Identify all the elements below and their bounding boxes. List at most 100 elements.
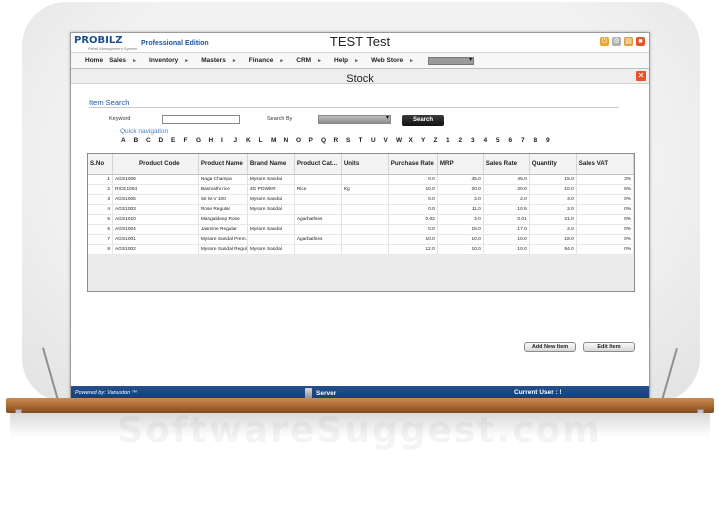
table-row[interactable]: 4 AGS1003 Rose Regular Mysore Sandal 0.0 11.0…	[88, 204, 634, 215]
quick-nav-letter[interactable]: J	[234, 137, 247, 144]
column-header[interactable]: Product Name	[198, 154, 248, 175]
quick-nav-letter[interactable]: E	[171, 137, 184, 144]
table-row[interactable]: 2 RICE1004 Basmathi rice 3G POWER Rice Kg 10.0…	[88, 184, 634, 195]
table-cell: 10.0	[437, 234, 484, 245]
quick-nav-letter[interactable]: Y	[421, 137, 434, 144]
menu-help[interactable]: Help	[334, 57, 348, 64]
quick-nav-letter[interactable]: C	[146, 137, 159, 144]
table-row[interactable]: 7 AGS1001 Mysore Sandal Prem... Agarbathies…	[88, 234, 634, 245]
menu-dropdown[interactable]	[428, 56, 475, 65]
table-row[interactable]: 5 AGS1010 Mangaldeep Rose Agarbathies 0.02 3.…	[88, 214, 634, 225]
menu-arrow-icon: ►	[132, 57, 138, 64]
table-cell	[341, 244, 389, 255]
quick-nav-letter[interactable]: V	[384, 137, 397, 144]
table-cell: 12.0	[388, 244, 438, 255]
menu-finance[interactable]: Finance	[249, 57, 274, 64]
table-cell	[294, 224, 342, 235]
quick-nav-letter[interactable]: X	[409, 137, 422, 144]
table-row[interactable]: 1 AGS1006 Naga Champa Mysore Sandal 0.0 45.0 4…	[88, 174, 634, 185]
table-cell: 3	[88, 194, 114, 205]
quick-nav-letter[interactable]: T	[359, 137, 372, 144]
table-cell: 94.0	[529, 244, 577, 255]
quick-nav-letter[interactable]: O	[296, 137, 309, 144]
quick-nav-digit[interactable]: 1	[446, 137, 459, 144]
quick-nav-letter[interactable]: I	[221, 137, 234, 144]
column-header[interactable]: S.No	[88, 154, 114, 175]
column-header[interactable]: Quantity	[529, 154, 577, 175]
stock-header: Stock ✕	[71, 69, 649, 85]
menu-arrow-icon: ►	[317, 57, 323, 64]
column-header[interactable]: MRP	[437, 154, 484, 175]
quick-nav-letter[interactable]: U	[371, 137, 384, 144]
column-header[interactable]: Brand Name	[247, 154, 295, 175]
quick-nav-letter[interactable]: A	[121, 137, 134, 144]
menu-sales[interactable]: Sales	[109, 57, 126, 64]
table-cell: Mangaldeep Rose	[198, 214, 248, 225]
quick-nav-digit[interactable]: 5	[496, 137, 509, 144]
column-header[interactable]: Sales VAT	[576, 154, 634, 175]
quick-nav-letter[interactable]: N	[284, 137, 297, 144]
table-cell: 45.0	[483, 174, 530, 185]
quick-nav-digit[interactable]: 4	[484, 137, 497, 144]
powered-by-label: Powered by: Vanuston ™	[75, 390, 138, 396]
quick-nav-letter[interactable]: F	[184, 137, 197, 144]
table-row[interactable]: 6 AGS1004 Jasmine Regular Mysore Sandal 0.0 1…	[88, 224, 634, 235]
quick-nav-digit[interactable]: 7	[521, 137, 534, 144]
table-cell: 0%	[576, 214, 634, 225]
quick-nav-digit[interactable]: 3	[471, 137, 484, 144]
column-header[interactable]: Purchase Rate	[388, 154, 438, 175]
quick-navigation-bar: A B C D E F G H I J K L M N O P Q R S T …	[121, 137, 559, 144]
menu-home[interactable]: Home	[85, 57, 103, 64]
table-cell	[294, 204, 342, 215]
table-row[interactable]: 3 AGS1005 Sir M.V 100 Mysore Sandal 0.0 3.0 2.…	[88, 194, 634, 205]
table-cell: 0%	[576, 234, 634, 245]
table-cell: 0.0	[388, 224, 438, 235]
quick-nav-letter[interactable]: G	[196, 137, 209, 144]
table-cell	[294, 244, 342, 255]
table-cell: 6	[88, 224, 114, 235]
menu-arrow-icon: ►	[409, 57, 415, 64]
edit-item-button[interactable]: Edit Item	[583, 342, 635, 352]
column-header[interactable]: Units	[341, 154, 389, 175]
column-header[interactable]: Product Code	[112, 154, 199, 175]
table-cell: 0.0	[388, 204, 438, 215]
quick-nav-letter[interactable]: R	[334, 137, 347, 144]
folder-icon[interactable]: ▤	[624, 37, 633, 46]
power-icon[interactable]: ⏻	[600, 37, 609, 46]
table-cell: 2.0	[529, 224, 577, 235]
quick-nav-digit[interactable]: 6	[509, 137, 522, 144]
quick-nav-letter[interactable]: L	[259, 137, 272, 144]
quick-nav-letter[interactable]: P	[309, 137, 322, 144]
quick-nav-digit[interactable]: 2	[459, 137, 472, 144]
column-header[interactable]: Sales Rate	[483, 154, 530, 175]
search-button[interactable]: Search	[402, 115, 444, 126]
quick-nav-letter[interactable]: H	[209, 137, 222, 144]
search-by-select[interactable]	[318, 114, 391, 124]
table-row[interactable]: 8 AGS1002 Mysore Sandal Regular Mysore Sand…	[88, 244, 634, 255]
quick-nav-letter[interactable]: B	[134, 137, 147, 144]
quick-nav-letter[interactable]: Q	[321, 137, 334, 144]
table-cell: 0%	[576, 204, 634, 215]
quick-nav-letter[interactable]: S	[346, 137, 359, 144]
table-cell: 3.0	[529, 194, 577, 205]
menu-web-store[interactable]: Web Store	[371, 57, 403, 64]
quick-nav-letter[interactable]: M	[271, 137, 284, 144]
quick-nav-letter[interactable]: D	[159, 137, 172, 144]
menu-arrow-icon: ►	[279, 57, 285, 64]
table-cell: 0%	[576, 244, 634, 255]
keyword-input[interactable]	[162, 115, 240, 124]
quick-nav-letter[interactable]: K	[246, 137, 259, 144]
column-header[interactable]: Product Cat...	[294, 154, 342, 175]
quick-nav-letter[interactable]: Z	[434, 137, 447, 144]
quick-nav-digit[interactable]: 9	[546, 137, 559, 144]
menu-inventory[interactable]: Inventory	[149, 57, 178, 64]
quick-nav-digit[interactable]: 8	[534, 137, 547, 144]
table-cell: Agarbathies	[294, 214, 342, 225]
settings-icon[interactable]: ⚙	[612, 37, 621, 46]
window-close-icon[interactable]: ■	[636, 37, 645, 46]
menu-crm[interactable]: CRM	[296, 57, 311, 64]
add-new-item-button[interactable]: Add New Item	[524, 342, 576, 352]
close-icon[interactable]: ✕	[636, 71, 646, 81]
quick-nav-letter[interactable]: W	[396, 137, 409, 144]
menu-masters[interactable]: Masters	[201, 57, 226, 64]
